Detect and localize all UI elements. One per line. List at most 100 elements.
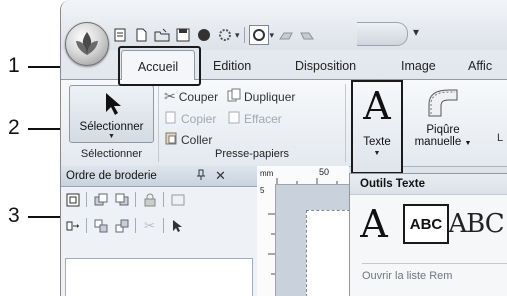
erase-icon [227,110,241,127]
panel-toolbar-row-1 [65,192,185,207]
paste-button[interactable]: Coller [164,131,212,148]
text-tools-popup: Outils Texte A ABC ABC Ouvrir la liste R… [349,173,507,296]
group-separator [158,84,159,162]
tab-disposition[interactable]: Disposition [295,59,356,73]
chevron-down-icon: ▼ [373,150,381,157]
text-button[interactable]: A Texte ▼ [351,80,403,174]
ruler-unit: mm [260,169,274,178]
chevron-down-icon: ▼ [464,140,472,147]
text-tools-title: Outils Texte [360,178,425,190]
move-up-icon[interactable] [93,192,108,207]
embroidery-order-list[interactable] [65,258,253,296]
blank-page-icon[interactable] [132,26,150,44]
panel-header: Ordre de broderie ✕ [61,166,257,187]
settings-gear-icon[interactable] [216,26,234,44]
text-tools-header: Outils Texte [350,174,507,195]
toolbar-separator [163,218,164,233]
manual-stitch-label-1: Piqûre [426,124,460,136]
copy-button[interactable]: Copier [164,110,216,127]
manual-stitch-label-2: manuelle ▼ [414,136,472,148]
toolbar-separator [163,192,164,207]
customize-toolbar-icon[interactable]: ▾ [413,25,419,39]
open-list-link[interactable]: Ouvrir la liste Rem [362,263,507,292]
save-icon[interactable] [174,26,192,44]
toolbar-separator [135,218,136,233]
toolbar-separator [243,27,245,43]
text-tool-button[interactable]: A [352,202,396,246]
dropdown-arrow-icon[interactable]: ▾ [235,30,240,41]
toolbar-separator [86,218,87,233]
panel-toolbar-row-2: ✂ [65,218,185,233]
tab-affichage[interactable]: Affic [468,59,492,73]
chevron-down-icon: ▼ [108,133,115,140]
target-icon[interactable] [248,25,269,45]
quick-access-toolbar: ▾ ▾ [111,24,316,46]
duplicate-button[interactable]: Dupliquer [227,88,295,105]
ruler-top: mm 50 [257,166,349,185]
scissors-icon[interactable]: ✂ [142,218,157,233]
application-menu-button[interactable] [65,22,109,66]
frame-icon[interactable] [170,192,185,207]
manual-stitch-button[interactable]: Piqûre manuelle ▼ [413,86,473,156]
manual-page-figure: 1 2 3 ▾ ▾ ▾ Edition Disposition Image Af… [0,0,507,296]
stitch-shape-icon [428,89,458,117]
copy-label: Copier [181,111,217,126]
small-text-tool-button[interactable]: ABC [403,204,449,244]
record-icon[interactable] [195,26,213,44]
open-folder-icon[interactable] [153,26,171,44]
ruler-ticks [268,213,275,275]
app-window: ▾ ▾ ▾ Edition Disposition Image Affic Ac… [60,0,507,296]
group-separator [345,84,346,162]
move-down-icon[interactable] [114,192,129,207]
callout-1-leader [28,66,60,68]
cursor-arrow-icon[interactable] [170,218,185,233]
select-button[interactable]: Sélectionner ▼ [69,85,154,143]
close-icon[interactable]: ✕ [215,168,226,184]
quick-access-cap [357,22,408,46]
callout-2: 2 [8,116,20,139]
undo-icon[interactable] [277,26,295,44]
redo-icon[interactable] [298,26,316,44]
group-label-clipboard: Presse-papiers [215,148,289,160]
group-icon[interactable] [93,218,108,233]
embroidery-order-panel: Ordre de broderie ✕ ✂ [61,166,258,296]
lock-icon[interactable] [142,192,157,207]
tab-edition[interactable]: Edition [213,59,251,73]
cut-button[interactable]: ✂ Couper [164,88,218,105]
scissors-icon: ✂ [164,88,176,104]
group-label-select: Sélectionner [80,148,143,160]
tab-image[interactable]: Image [401,59,436,73]
ribbon-cut-label: L [497,132,504,144]
ruler-label-50: 50 [319,167,330,177]
monogram-tool-button[interactable]: ABC [448,202,504,246]
callout-3: 3 [8,204,20,227]
ribbon: Sélectionner ▼ Sélectionner ✂ Couper Dup… [61,79,507,174]
erase-button[interactable]: Effacer [227,110,282,127]
cut-label: Couper [178,89,219,104]
ruler-label-5: 5 [260,186,265,195]
duplicate-label: Dupliquer [244,89,296,104]
callout-1: 1 [8,54,20,77]
select-button-label: Sélectionner [79,121,144,133]
erase-label: Effacer [244,111,282,126]
design-page[interactable] [306,210,350,296]
clipboard-icon [164,131,178,148]
ungroup-icon[interactable] [114,218,129,233]
text-a-icon: A [363,84,391,128]
order-list-icon[interactable] [65,218,80,233]
panel-title: Ordre de broderie [66,170,157,182]
dropdown-arrow-icon[interactable]: ▾ [270,30,275,41]
text-button-label: Texte [363,136,391,148]
fit-view-icon[interactable] [65,192,80,207]
toolbar-separator [135,192,136,207]
tab-accueil[interactable]: Accueil [121,50,195,80]
new-doc-icon[interactable] [111,26,129,44]
duplicate-icon [227,88,241,105]
ruler-left: 5 [257,184,276,296]
leaf-logo-icon [76,32,98,55]
cursor-arrow-icon [106,93,121,115]
paste-label: Coller [181,132,213,147]
pin-icon[interactable] [196,169,206,184]
copy-icon [164,110,178,127]
toolbar-separator [86,192,87,207]
